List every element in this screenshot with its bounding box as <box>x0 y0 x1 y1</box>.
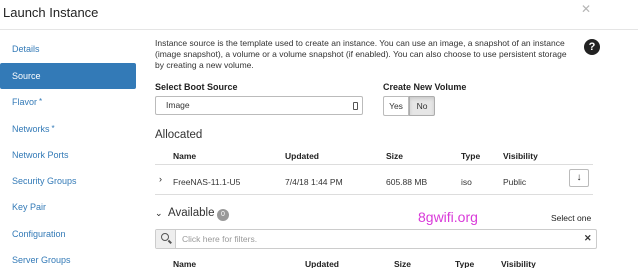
chevron-down-icon[interactable]: ⌄ <box>155 208 163 219</box>
sidebar-item-server-groups[interactable]: Server Groups <box>0 247 136 268</box>
table-divider <box>155 164 593 165</box>
create-volume-label: Create New Volume <box>383 82 467 92</box>
deallocate-arrow-down-icon[interactable]: ↓ <box>569 169 589 187</box>
sidebar-item-key-pair[interactable]: Key Pair <box>0 194 136 220</box>
sidebar-item-details[interactable]: Details <box>0 36 136 62</box>
available-col-name[interactable]: Name <box>173 259 196 268</box>
required-marker: * <box>51 124 55 133</box>
create-volume-no-button[interactable]: No <box>409 96 435 116</box>
sidebar-item-networks[interactable]: Networks * <box>0 116 136 142</box>
allocated-row-visibility: Public <box>503 177 527 187</box>
allocated-col-updated[interactable]: Updated <box>285 151 319 161</box>
sidebar-item-security-groups[interactable]: Security Groups <box>0 168 136 194</box>
allocated-col-visibility[interactable]: Visibility <box>503 151 538 161</box>
available-count-badge: 0 <box>217 209 229 221</box>
boot-source-label: Select Boot Source <box>155 82 238 92</box>
chevron-right-icon[interactable]: › <box>159 174 162 184</box>
sidebar-item-network-ports[interactable]: Network Ports <box>0 142 136 168</box>
allocated-row-size: 605.88 MB <box>386 177 428 187</box>
dialog-header: Launch Instance ✕ <box>0 0 638 30</box>
sidebar-item-source[interactable]: Source <box>0 63 136 89</box>
allocated-row-name: FreeNAS-11.1-U5 <box>173 177 241 187</box>
sidebar-item-configuration[interactable]: Configuration <box>0 221 136 247</box>
allocated-row-type: iso <box>461 177 472 187</box>
watermark: 8gwifi.org <box>418 209 478 225</box>
allocated-title: Allocated <box>155 129 203 141</box>
close-icon[interactable]: ✕ <box>581 2 591 16</box>
filter-bar[interactable]: ✕ <box>155 229 597 249</box>
allocated-col-type[interactable]: Type <box>461 151 480 161</box>
allocated-col-name[interactable]: Name <box>173 151 196 161</box>
create-volume-yes-button[interactable]: Yes <box>383 96 409 116</box>
allocated-row-updated: 7/4/18 1:44 PM <box>285 177 343 187</box>
source-panel: Instance source is the template used to … <box>155 30 638 268</box>
clear-filter-icon[interactable]: ✕ <box>584 233 592 244</box>
available-col-size[interactable]: Size <box>394 259 411 268</box>
required-marker: * <box>39 97 43 106</box>
boot-source-value: Image <box>166 100 190 110</box>
boot-source-select[interactable]: Image <box>155 96 363 115</box>
available-col-type[interactable]: Type <box>455 259 474 268</box>
table-divider <box>155 194 593 195</box>
help-icon[interactable]: ? <box>584 39 600 55</box>
allocated-col-size[interactable]: Size <box>386 151 403 161</box>
available-title[interactable]: Available <box>168 207 214 219</box>
filter-input[interactable] <box>182 230 562 248</box>
select-caret-icon <box>353 102 358 110</box>
wizard-sidebar: Details Source Flavor * Networks * Network… <box>0 30 140 268</box>
source-description: Instance source is the template used to … <box>155 38 567 70</box>
search-icon[interactable] <box>156 230 176 248</box>
select-one-hint: Select one <box>551 213 592 223</box>
dialog-title: Launch Instance <box>3 5 99 20</box>
available-col-updated[interactable]: Updated <box>305 259 339 268</box>
sidebar-item-flavor[interactable]: Flavor * <box>0 89 136 115</box>
available-col-visibility[interactable]: Visibility <box>501 259 536 268</box>
